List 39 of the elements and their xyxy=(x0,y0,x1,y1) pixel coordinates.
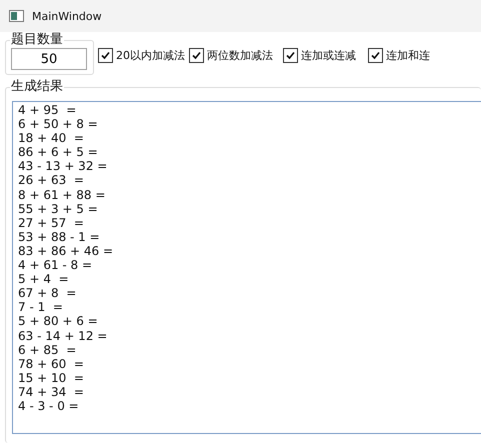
math-problem: 8 + 61 + 88 = xyxy=(18,188,106,202)
math-problem: 55 + 3 + 5 = xyxy=(18,202,99,216)
math-problem: 6 + 85 = xyxy=(18,342,78,357)
checkmark-icon xyxy=(285,50,296,61)
math-problem: 27 + 57 = xyxy=(18,216,85,230)
math-problem: 43 - 13 + 32 = xyxy=(18,159,108,174)
math-problem: 6 + 50 + 8 = xyxy=(18,117,99,132)
math-problem: 5 + 4 = xyxy=(18,272,70,286)
checkmark-icon xyxy=(370,50,381,61)
math-problem: 4 + 95 = xyxy=(18,103,78,118)
checkbox-label: 连加和连 xyxy=(386,48,430,63)
group-label: 题目数量 xyxy=(10,32,64,48)
checkbox-label: 两位数加减法 xyxy=(207,48,273,63)
count-field[interactable]: 50 xyxy=(11,48,87,70)
math-problem: 67 + 8 = xyxy=(18,286,78,300)
math-problem: 86 + 6 + 5 = xyxy=(18,145,99,160)
math-problem: 18 + 40 = xyxy=(18,131,85,146)
checkbox[interactable] xyxy=(98,48,113,63)
math-problem: 78 + 60 = xyxy=(18,356,85,371)
math-problem: 74 + 34 = xyxy=(18,384,85,399)
checkbox-label: 连加或连减 xyxy=(301,48,356,63)
math-problem: 63 - 14 + 12 = xyxy=(18,328,108,343)
math-problem: 5 + 80 + 6 = xyxy=(18,314,99,328)
math-problem: 7 - 1 = xyxy=(18,300,64,314)
checkbox-label: 20以内加减法 xyxy=(116,48,185,63)
math-problem: 4 - 3 - 0 = xyxy=(18,398,80,414)
group-label: 生成结果 xyxy=(10,79,64,95)
app-icon xyxy=(9,10,24,22)
checkbox[interactable] xyxy=(283,48,298,63)
window-title: MainWindow xyxy=(32,10,102,22)
checkmark-icon xyxy=(100,50,111,61)
checkmark-icon xyxy=(191,50,202,61)
math-problem: 15 + 10 = xyxy=(18,370,85,385)
math-problem: 53 + 88 - 1 = xyxy=(18,230,101,244)
math-problem: 4 + 61 - 8 = xyxy=(18,258,94,272)
math-problem: 26 + 63 = xyxy=(18,173,85,188)
checkbox[interactable] xyxy=(189,48,204,63)
checkbox[interactable] xyxy=(368,48,383,63)
math-problem: 83 + 86 + 46 = xyxy=(18,244,114,258)
